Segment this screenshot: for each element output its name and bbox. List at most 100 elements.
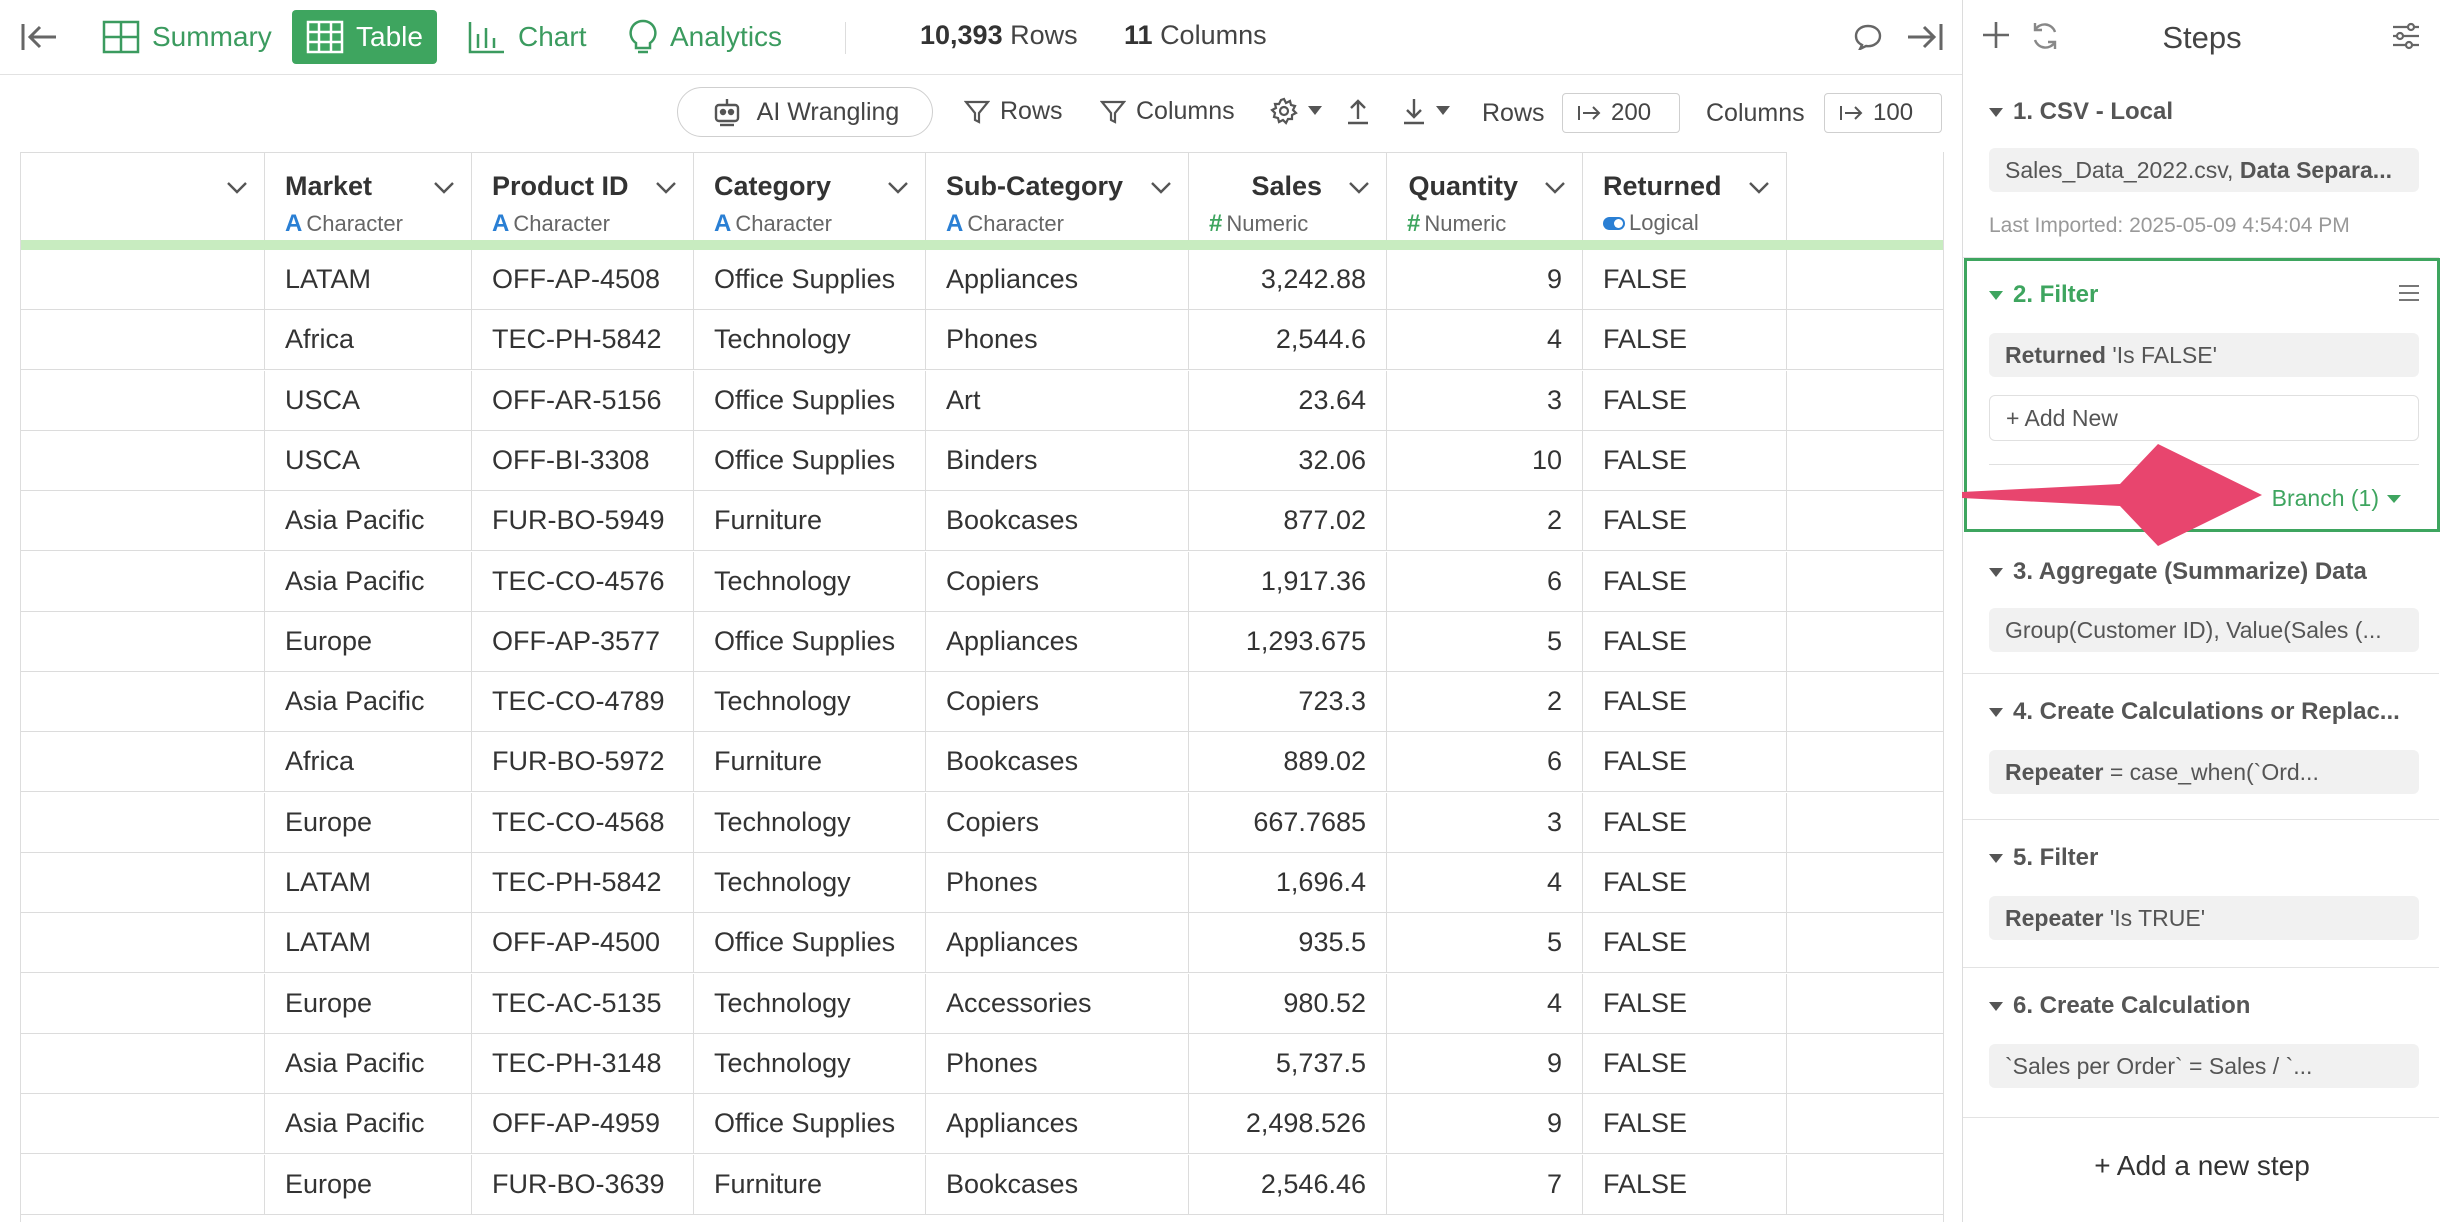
table-cell[interactable]: Technology [694,792,926,853]
table-cell[interactable]: FALSE [1583,430,1787,491]
table-cell[interactable]: 6 [1387,732,1583,793]
table-cell[interactable]: 5 [1387,913,1583,974]
tab-summary[interactable]: Summary [88,10,286,64]
step-filter-repeater[interactable]: 5. Filter Repeater 'Is TRUE' [1963,820,2439,968]
table-cell[interactable]: 2,546.46 [1189,1154,1387,1215]
column-header[interactable]: Category A Character [694,152,926,240]
table-cell[interactable]: 9 [1387,1094,1583,1155]
table-cell[interactable]: den [21,611,265,672]
step-create-calculations[interactable]: 4. Create Calculations or Replac... Repe… [1963,674,2439,820]
table-cell[interactable]: 10 [1387,430,1583,491]
chevron-down-icon[interactable] [1348,181,1370,195]
table-cell[interactable]: Accessories [926,973,1189,1034]
chevron-down-icon[interactable] [226,181,248,195]
table-row[interactable]: ceEuropeTEC-AC-5135TechnologyAccessories… [21,973,1943,1034]
table-cell[interactable]: Furniture [694,732,926,793]
step-title[interactable]: 5. Filter [1989,844,2098,872]
table-cell[interactable]: 6 [1387,551,1583,612]
step-detail[interactable]: Sales_Data_2022.csv, Data Separa... [1989,148,2419,192]
column-header[interactable]: ntryAaracter [21,152,265,240]
table-cell[interactable]: ico [21,250,265,310]
table-cell[interactable]: FALSE [1583,1033,1787,1094]
table-cell[interactable]: Technology [694,973,926,1034]
table-cell[interactable]: FALSE [1583,1154,1787,1215]
table-cell[interactable]: 5,737.5 [1189,1033,1387,1094]
table-cell[interactable]: Furniture [694,1154,926,1215]
step-detail[interactable]: Repeater 'Is TRUE' [1989,896,2419,940]
tab-analytics[interactable]: Analytics [614,10,796,64]
table-cell[interactable]: FALSE [1583,370,1787,431]
table-cell[interactable]: 4 [1387,973,1583,1034]
table-cell[interactable]: OFF-AR-5156 [472,370,694,431]
columns-filter-button[interactable]: Columns [1100,97,1235,126]
table-cell[interactable]: 667.7685 [1189,792,1387,853]
table-cell[interactable]: TEC-AC-5135 [472,973,694,1034]
table-cell[interactable]: 23.64 [1189,370,1387,431]
table-cell[interactable]: Technology [694,1033,926,1094]
chevron-down-icon[interactable] [433,181,455,195]
table-row[interactable]: ed StatesUSCAOFF-AR-5156Office SuppliesA… [21,370,1943,431]
chevron-down-icon[interactable] [887,181,909,195]
table-cell[interactable]: Bookcases [926,1154,1189,1215]
table-cell[interactable]: Asia Pacific [265,1094,472,1155]
table-cell[interactable]: ed States [21,430,265,491]
collapse-right-icon[interactable] [1906,22,1944,52]
table-cell[interactable]: 9 [1387,1033,1583,1094]
table-cell[interactable]: Technology [694,551,926,612]
branch-dropdown[interactable]: Branch (1) [2272,485,2401,512]
table-cell[interactable]: TEC-CO-4576 [472,551,694,612]
column-header[interactable]: Sales # Numeric [1189,152,1387,240]
table-cell[interactable]: Office Supplies [694,1094,926,1155]
table-cell[interactable]: FUR-BO-5972 [472,732,694,793]
table-cell[interactable]: LATAM [265,913,472,974]
table-cell[interactable]: FALSE [1583,672,1787,733]
table-cell[interactable]: Office Supplies [694,250,926,310]
step-title[interactable]: 3. Aggregate (Summarize) Data [1989,558,2367,586]
table-cell[interactable]: 2,498.526 [1189,1094,1387,1155]
table-cell[interactable]: Office Supplies [694,611,926,672]
table-cell[interactable]: 935.5 [1189,913,1387,974]
table-cell[interactable]: Phones [926,1033,1189,1094]
table-cell[interactable]: OFF-AP-4500 [472,913,694,974]
table-cell[interactable]: 9 [1387,250,1583,310]
table-row[interactable]: ZealandAsia PacificFUR-BO-5949FurnitureB… [21,491,1943,552]
table-cell[interactable]: FALSE [1583,792,1787,853]
table-cell[interactable]: FALSE [1583,1094,1787,1155]
table-cell[interactable]: FUR-BO-5949 [472,491,694,552]
table-cell[interactable]: 3 [1387,370,1583,431]
table-cell[interactable]: Asia Pacific [265,1033,472,1094]
table-cell[interactable]: Asia Pacific [265,491,472,552]
add-new-step-button[interactable]: + Add a new step [1963,1150,2440,1182]
table-cell[interactable]: FALSE [1583,491,1787,552]
table-cell[interactable]: 3 [1387,792,1583,853]
table-cell[interactable]: 3,242.88 [1189,250,1387,310]
step-create-calculation[interactable]: 6. Create Calculation `Sales per Order` … [1963,968,2439,1118]
table-cell[interactable]: Copiers [926,672,1189,733]
table-cell[interactable]: Africa [265,732,472,793]
table-cell[interactable]: ralia [21,1094,265,1155]
table-cell[interactable]: ce [21,973,265,1034]
add-new-condition-button[interactable]: + Add New [1989,395,2419,441]
upload-button[interactable] [1346,97,1370,125]
table-cell[interactable]: occo [21,310,265,371]
table-cell[interactable]: ed States [21,370,265,431]
column-header[interactable]: Returned Logical [1583,152,1787,240]
step-title[interactable]: 4. Create Calculations or Replac... [1989,698,2400,726]
step-title[interactable]: 1. CSV - Local [1989,98,2173,126]
table-cell[interactable]: Appliances [926,611,1189,672]
table-row[interactable]: ed StatesUSCAOFF-BI-3308Office SuppliesB… [21,430,1943,491]
table-cell[interactable]: FALSE [1583,310,1787,371]
table-cell[interactable]: Europe [265,973,472,1034]
table-cell[interactable]: 4 [1387,310,1583,371]
step-csv-local[interactable]: 1. CSV - Local Sales_Data_2022.csv, Data… [1963,74,2439,258]
table-cell[interactable]: TEC-CO-4568 [472,792,694,853]
table-cell[interactable]: Asia Pacific [265,672,472,733]
table-cell[interactable]: TEC-PH-5842 [472,310,694,371]
table-row[interactable]: denEuropeOFF-AP-3577Office SuppliesAppli… [21,611,1943,672]
download-dropdown[interactable] [1402,97,1450,125]
tab-chart[interactable]: Chart [454,10,600,64]
table-cell[interactable]: 980.52 [1189,973,1387,1034]
table-cell[interactable]: ce [21,792,265,853]
table-cell[interactable]: Phones [926,853,1189,913]
table-cell[interactable]: a [21,1033,265,1094]
